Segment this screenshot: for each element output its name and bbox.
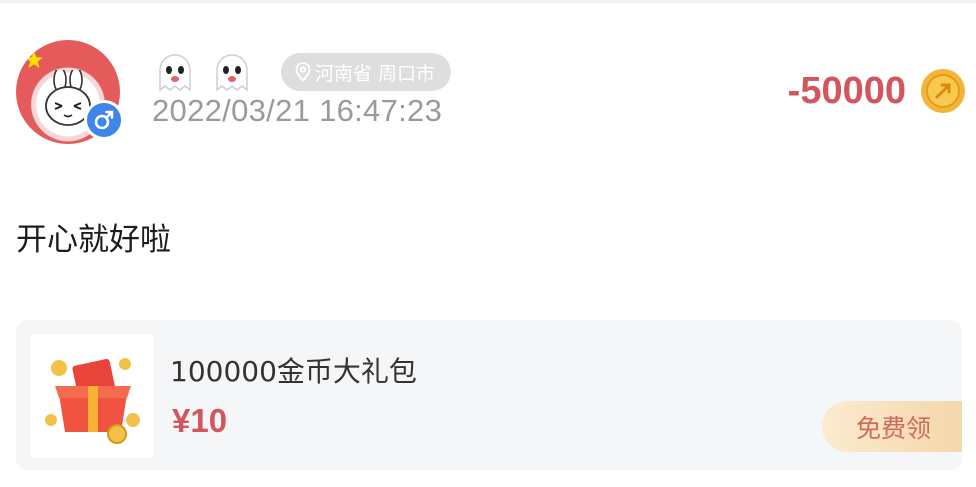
gold-coin-icon (921, 69, 965, 113)
post-timestamp: 2022/03/21 16:47:23 (152, 93, 443, 128)
product-title: 100000金币大礼包 (170, 355, 417, 388)
star-icon (25, 51, 43, 68)
product-card[interactable]: 100000金币大礼包 ¥10 免费领 (16, 320, 962, 470)
male-icon (94, 110, 114, 130)
post-header: 河南省 周口市 2022/03/21 16:47:23 -50000 (16, 38, 966, 148)
map-pin-icon (295, 62, 311, 82)
product-price: ¥10 (172, 402, 228, 439)
ghost-icon (159, 54, 191, 92)
location-text: 河南省 周口市 (315, 62, 436, 85)
gift-box-icon (45, 358, 140, 444)
claim-free-button[interactable]: 免费领 (822, 401, 962, 452)
ghost-icon (216, 54, 248, 92)
top-divider (0, 0, 976, 3)
post-content: 开心就好啦 (16, 222, 171, 258)
location-tag[interactable]: 河南省 周口市 (281, 53, 452, 91)
product-thumbnail (30, 334, 154, 458)
amount-group: -50000 (788, 66, 966, 116)
male-gender-badge (84, 100, 124, 140)
coin-amount: -50000 (787, 69, 906, 112)
